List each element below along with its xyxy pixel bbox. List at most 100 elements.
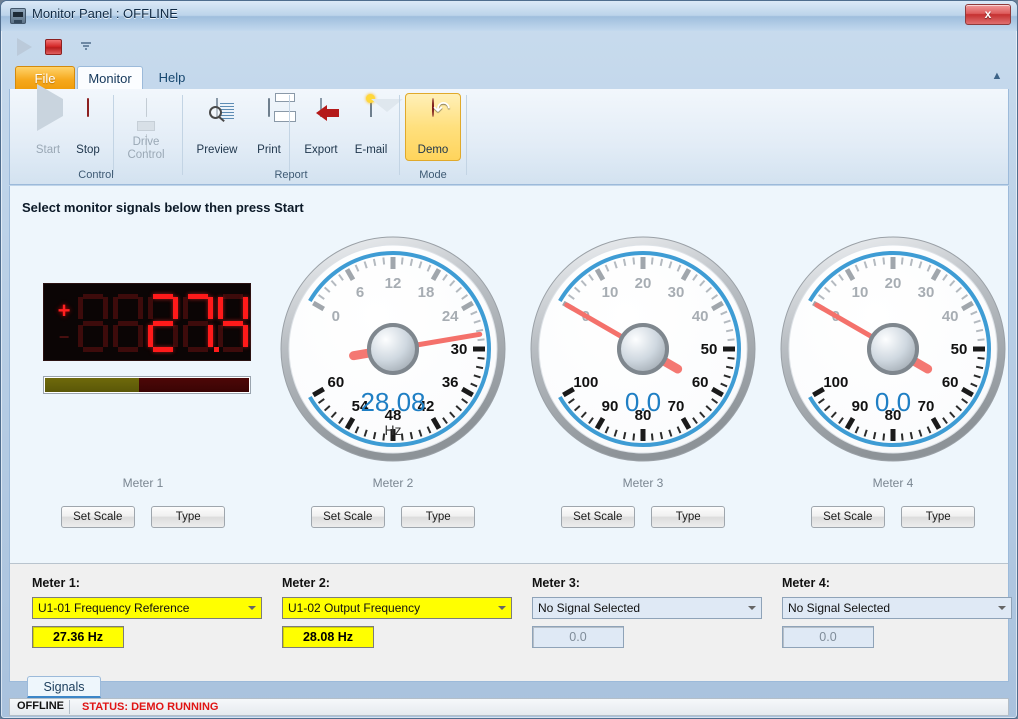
tab-help[interactable]: Help (149, 66, 195, 90)
svg-text:40: 40 (692, 308, 709, 325)
signal-4-dropdown[interactable]: No Signal Selected (782, 597, 1012, 619)
chevron-down-icon (998, 606, 1006, 610)
printer-icon (252, 98, 286, 133)
main-panel: Select monitor signals below then press … (9, 186, 1012, 682)
app-window: Monitor Panel : OFFLINE x File Monitor H… (0, 0, 1018, 719)
ribbon-group-control: Start Stop Drive Control Control (10, 84, 182, 183)
meter-4-caption: Meter 4 (872, 476, 914, 490)
envelope-icon (354, 94, 388, 133)
svg-text:10: 10 (602, 284, 619, 301)
meter-1-type-button[interactable]: Type (151, 506, 226, 528)
led-plus-sign: + (57, 298, 71, 323)
stop-icon (71, 98, 105, 133)
svg-text:0: 0 (332, 308, 340, 325)
gauge-meter-2: 0 6 12 18 24 30 36 42 48 54 60 28.08 Hz (278, 234, 508, 464)
signal-3-dropdown-value: No Signal Selected (538, 601, 641, 615)
document-magnifier-icon (200, 98, 234, 133)
meter-3-type-button[interactable]: Type (651, 506, 726, 528)
meter-4-buttons: Set Scale Type (768, 506, 1018, 528)
meters-area: + − Meter 1 Set Scale Type 0 6 12 18 24 30 36 4… (10, 228, 1008, 538)
led-minus-sign: − (58, 327, 70, 347)
gauge-meter-4: 01020304050607080901000.0 (778, 234, 1008, 464)
signal-3-label: Meter 3: (532, 576, 580, 590)
meter-2-caption: Meter 2 (372, 476, 414, 490)
ribbon-tabstrip: File Monitor Help ▲ (9, 66, 1009, 90)
svg-text:50: 50 (951, 341, 968, 358)
led-digit-3 (148, 294, 178, 352)
gauge-meter-2-value: 28.08 (360, 387, 425, 417)
svg-text:60: 60 (942, 374, 959, 391)
meter-4-set-scale-button[interactable]: Set Scale (810, 506, 885, 528)
monitor-panel-icon (10, 8, 26, 24)
signal-2-label: Meter 2: (282, 576, 330, 590)
signals-panel: Meter 1: U1-01 Frequency Reference 27.36… (10, 563, 1012, 682)
signal-column-2: Meter 2: U1-02 Output Frequency 28.08 Hz (268, 564, 518, 682)
meter-4-type-button[interactable]: Type (901, 506, 976, 528)
gauge-meter-3-value: 0.0 (625, 387, 661, 417)
signal-1-dropdown-value: U1-01 Frequency Reference (38, 601, 190, 615)
svg-text:100: 100 (573, 374, 598, 391)
signal-2-dropdown[interactable]: U1-02 Output Frequency (282, 597, 512, 619)
tab-signals[interactable]: Signals (27, 676, 101, 698)
meter-2: 0 6 12 18 24 30 36 42 48 54 60 28.08 Hz Meter 2 Set … (268, 228, 518, 538)
status-bar: OFFLINE STATUS: DEMO RUNNING (9, 698, 1009, 716)
ribbon-button-email[interactable]: E-mail (343, 93, 399, 161)
meter-1-set-scale-button[interactable]: Set Scale (60, 506, 135, 528)
svg-text:6: 6 (356, 284, 364, 301)
svg-text:18: 18 (418, 284, 435, 301)
signal-column-1: Meter 1: U1-01 Frequency Reference 27.36… (18, 564, 268, 682)
tab-monitor[interactable]: Monitor (77, 66, 143, 90)
meter-2-type-button[interactable]: Type (401, 506, 476, 528)
ribbon-button-drive-control[interactable]: Drive Control (115, 93, 177, 161)
svg-text:12: 12 (385, 275, 402, 292)
signal-1-label: Meter 1: (32, 576, 80, 590)
chevron-down-icon (248, 606, 256, 610)
gauge-meter-2-unit: Hz (384, 422, 401, 438)
svg-text:30: 30 (451, 341, 468, 358)
signal-1-dropdown[interactable]: U1-01 Frequency Reference (32, 597, 262, 619)
svg-text:100: 100 (823, 374, 848, 391)
bargraph-remainder (138, 378, 249, 392)
group-title-mode: Mode (419, 169, 447, 181)
chevron-down-icon[interactable] (81, 42, 91, 51)
group-title-control: Control (78, 169, 114, 181)
signal-1-value: 27.36 Hz (32, 626, 124, 648)
svg-text:60: 60 (327, 374, 344, 391)
led-digit-4 (183, 294, 219, 352)
led-digit-5 (218, 294, 248, 352)
led-digits (78, 294, 248, 352)
status-message: STATUS: DEMO RUNNING (82, 701, 219, 713)
drive-label-line1: Drive (132, 136, 160, 148)
meter-4: 01020304050607080901000.0 Meter 4 Set Sc… (768, 228, 1018, 538)
play-icon[interactable] (17, 38, 32, 56)
chevron-up-icon[interactable]: ▲ (989, 69, 1005, 85)
ribbon-button-export[interactable]: Export (293, 93, 349, 161)
bargraph-fill (45, 378, 139, 392)
svg-text:30: 30 (668, 284, 685, 301)
stop-icon[interactable] (45, 39, 62, 55)
meter-3-caption: Meter 3 (622, 476, 664, 490)
chevron-down-icon (748, 606, 756, 610)
signal-3-value: 0.0 (532, 626, 624, 648)
svg-text:90: 90 (602, 398, 619, 415)
connection-status: OFFLINE (12, 700, 70, 714)
ribbon-button-demo[interactable]: Demo (405, 93, 461, 161)
svg-text:36: 36 (442, 374, 459, 391)
ribbon-button-preview[interactable]: Preview (189, 93, 245, 161)
signal-4-value: 0.0 (782, 626, 874, 648)
window-title: Monitor Panel : OFFLINE (32, 6, 178, 21)
svg-text:10: 10 (852, 284, 869, 301)
chevron-down-icon (498, 606, 506, 610)
svg-text:20: 20 (885, 275, 902, 292)
gauge-meter-3: 01020304050607080901000.0 (528, 234, 758, 464)
ribbon-button-stop[interactable]: Stop (60, 93, 116, 161)
led-digit-2 (113, 294, 143, 352)
meter-3-set-scale-button[interactable]: Set Scale (560, 506, 635, 528)
meter-2-set-scale-button[interactable]: Set Scale (310, 506, 385, 528)
svg-text:30: 30 (918, 284, 935, 301)
close-button[interactable]: x (965, 4, 1011, 25)
signal-4-dropdown-value: No Signal Selected (788, 601, 891, 615)
bottom-tabstrip: Signals (9, 676, 1009, 698)
ribbon: Start Stop DriveControl Control Preview (9, 84, 1009, 185)
signal-3-dropdown[interactable]: No Signal Selected (532, 597, 762, 619)
